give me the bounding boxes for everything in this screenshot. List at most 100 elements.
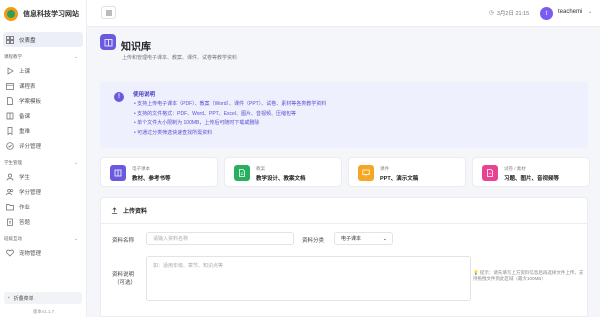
info-icon: ! (114, 92, 124, 102)
sidebar-item-label: 学案模板 (19, 98, 42, 105)
page-title: 知识库 (121, 42, 151, 53)
calendar-icon (6, 82, 14, 90)
grid-icon (6, 35, 14, 44)
document-icon (234, 165, 250, 181)
sidebar-item-key-points[interactable]: 重难 (0, 123, 86, 138)
upload-panel: 上传资料 资料名称 资料分类 电子课本 ⌄ 资料说明 （可选） 💡 提示：请先填… (100, 197, 588, 317)
sidebar-group-interaction[interactable]: 班级互动 ⌄ (0, 233, 86, 245)
sidebar-item-class[interactable]: 上课 (0, 63, 86, 78)
clock-icon: ◷ (489, 10, 494, 16)
category-card-slides[interactable]: 课件 PPT、演示文稿 (348, 157, 466, 187)
heart-icon (6, 249, 14, 257)
sidebar-group-teaching[interactable]: 课程教学 ⌄ (0, 51, 86, 63)
app-title: 信息科技学习网站 (23, 10, 79, 18)
sidebar-item-homework[interactable]: 作业 (0, 199, 86, 214)
sidebar-group-students[interactable]: 学生管理 ⌄ (0, 157, 86, 169)
info-list: 支持上传电子课本（PDF）、教案（Word）、课件（PPT）、试卷、素材等各类教… (134, 100, 326, 138)
sidebar-item-template[interactable]: 学案模板 (0, 93, 86, 108)
lightbulb-icon: 💡 (473, 270, 479, 275)
sidebar-item-label: 评分管理 (19, 143, 42, 150)
hint-text: 提示：请先填写上方资料信息后再选择文件上传，支持拖拽文件到此区域（最大100MB… (473, 270, 584, 281)
category-select-value: 电子课本 (341, 236, 362, 242)
category-description: 教学设计、教案文档 (256, 176, 306, 182)
chevron-left-icon: ‹ (8, 295, 10, 301)
hamburger-icon (105, 10, 112, 15)
chevron-down-icon[interactable]: ⌄ (588, 9, 592, 15)
chevron-down-icon: ⌄ (73, 54, 78, 60)
info-item: 单个文件大小限制为 100MB，上传后可随时下载或删除 (134, 119, 326, 129)
avatar[interactable]: t (540, 7, 553, 20)
category-description: 习题、图片、音视频等 (504, 176, 560, 182)
logo-icon (4, 6, 18, 21)
play-icon (6, 66, 14, 75)
brand[interactable]: 信息科技学习网站 (0, 0, 86, 27)
group-label: 课程教学 (4, 54, 22, 59)
sidebar-item-label: 作业 (19, 204, 31, 211)
category-select[interactable]: 电子课本 ⌄ (334, 232, 393, 245)
menu-toggle-button[interactable] (101, 6, 116, 19)
upload-hint: 💡 提示：请先填写上方资料信息后再选择文件上传，支持拖拽文件到此区域（最大100… (473, 270, 585, 282)
chevron-down-icon: ⌄ (73, 160, 78, 166)
category-label: 试卷 / 素材 (504, 166, 526, 171)
book-icon (110, 165, 126, 181)
name-input[interactable] (146, 232, 294, 245)
description-optional-label: （可选） (114, 280, 137, 286)
users-icon (6, 188, 14, 196)
info-item: 支持上传电子课本（PDF）、教案（Word）、课件（PPT）、试卷、素材等各类教… (134, 100, 326, 110)
sidebar-item-label: 答题 (19, 219, 31, 226)
check-circle-icon (6, 141, 14, 150)
category-label: 课件 (380, 166, 389, 171)
sidebar-item-label: 学分管理 (19, 189, 42, 196)
group-label: 学生管理 (4, 160, 22, 165)
chevron-down-icon: ⌄ (73, 236, 78, 242)
name-label: 资料名称 (112, 238, 135, 244)
user-name[interactable]: teachemi (558, 9, 582, 15)
upload-heading: 上传资料 (123, 209, 148, 215)
category-card-lesson-plan[interactable]: 教案 教学设计、教案文档 (224, 157, 342, 187)
description-label: 资料说明 (112, 272, 135, 278)
sidebar-item-label: 备课 (19, 113, 31, 120)
sidebar-item-students[interactable]: 学生 (0, 169, 86, 184)
category-label: 电子课本 (132, 166, 150, 171)
user-icon (6, 173, 14, 181)
info-item: 可通过分类筛选快速查找所需资料 (134, 129, 326, 139)
upload-header: 上传资料 (101, 198, 587, 224)
sidebar-item-pets[interactable]: 宠物管理 (0, 245, 86, 260)
sidebar-item-label: 仪表盘 (19, 37, 36, 44)
sidebar-item-answers[interactable]: 答题 (0, 214, 86, 229)
sidebar-item-grading[interactable]: 评分管理 (0, 138, 86, 153)
info-item: 支持的文件格式：PDF、Word、PPT、Excel、图片、音视频、压缩包等 (134, 110, 326, 120)
sidebar-item-prepare[interactable]: 备课 (0, 108, 86, 123)
datetime-text: 3月2日 21:15 (496, 11, 530, 17)
collapse-menu-button[interactable]: ‹ 折叠菜单 (4, 292, 82, 304)
sidebar-item-label: 课程表 (19, 83, 36, 90)
datetime: ◷ 3月2日 21:15 (489, 9, 529, 17)
category-label: 教案 (256, 166, 265, 171)
category-description: 教材、参考书等 (132, 176, 171, 182)
sidebar-item-label: 重难 (19, 128, 31, 135)
category-card-exams[interactable]: 试卷 / 素材 习题、图片、音视频等 (472, 157, 590, 187)
file-icon (482, 165, 498, 181)
sidebar-item-credits[interactable]: 学分管理 (0, 184, 86, 199)
sidebar-item-label: 学生 (19, 174, 31, 181)
collapse-label: 折叠菜单 (13, 295, 34, 302)
category-description: PPT、演示文稿 (380, 176, 419, 182)
topbar: ◷ 3月2日 21:15 t teachemi ⌄ (87, 0, 600, 27)
sidebar: 信息科技学习网站 仪表盘 课程教学 ⌄ 上课 课程表 学案模板 备课 重难 评分管… (0, 0, 87, 317)
chevron-down-icon: ⌄ (382, 235, 387, 242)
group-label: 班级互动 (4, 236, 22, 241)
sidebar-item-dashboard[interactable]: 仪表盘 (3, 32, 83, 47)
usage-info-box: ! 使用说明 支持上传电子课本（PDF）、教案（Word）、课件（PPT）、试卷… (100, 82, 588, 148)
clipboard-icon (6, 218, 14, 226)
folder-icon (6, 203, 14, 211)
page-subtitle: 上传和管理电子课本、教案、课件、试卷等教学资料 (122, 55, 238, 61)
book-icon (6, 112, 14, 120)
description-textarea[interactable] (146, 256, 471, 301)
book-icon (100, 34, 116, 50)
sidebar-item-label: 上课 (19, 68, 31, 75)
presentation-icon (358, 165, 374, 181)
sidebar-item-schedule[interactable]: 课程表 (0, 78, 86, 93)
upload-icon (111, 207, 118, 214)
category-select-label: 资料分类 (302, 238, 325, 244)
category-card-textbook[interactable]: 电子课本 教材、参考书等 (100, 157, 218, 187)
